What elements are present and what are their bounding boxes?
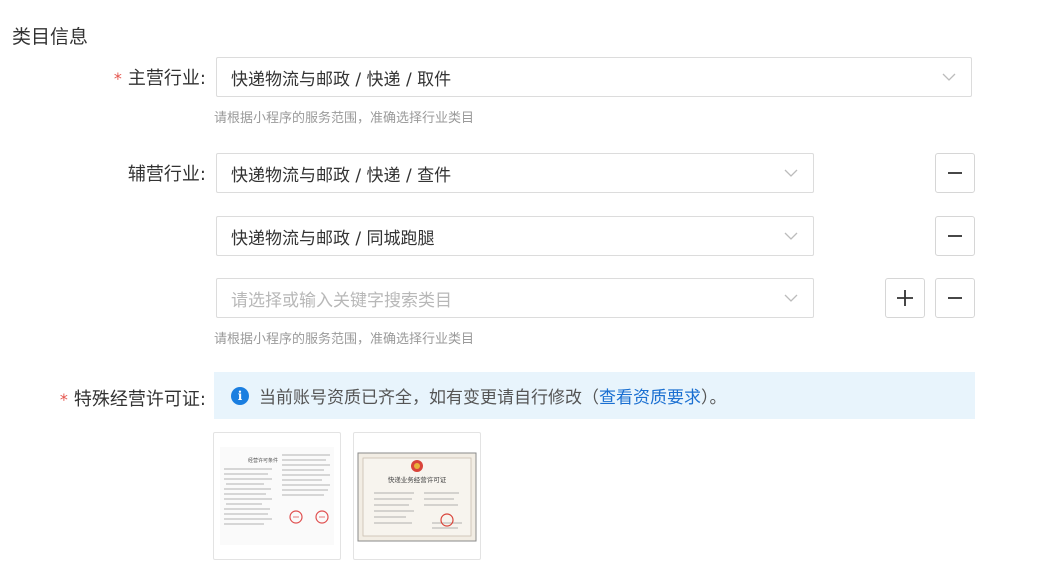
notice-text: 当前账号资质已齐全，如有变更请自行修改（ (259, 388, 599, 408)
chevron-down-icon (784, 232, 798, 240)
license-document-image: 经营许可条件 (220, 447, 334, 545)
view-qualification-link[interactable]: 查看资质要求 (599, 383, 701, 408)
remove-sub-industry-2-button[interactable] (935, 216, 975, 256)
license-certificate-image: 快递业务经营许可证 (357, 452, 477, 542)
doc1-title: 经营许可条件 (248, 457, 278, 464)
remove-sub-industry-1-button[interactable] (935, 153, 975, 193)
sub-industry-value-1: 快递物流与邮政 / 快递 / 查件 (231, 165, 452, 186)
required-mark: * (113, 69, 122, 88)
sub-industry-placeholder: 请选择或输入关键字搜索类目 (231, 290, 452, 311)
chevron-down-icon (942, 73, 956, 81)
sub-industry-select-1[interactable]: 快递物流与邮政 / 快递 / 查件 (216, 153, 814, 193)
sub-industry-select-2[interactable]: 快递物流与邮政 / 同城跑腿 (216, 216, 814, 256)
main-industry-hint: 请根据小程序的服务范围，准确选择行业类目 (214, 111, 475, 126)
sub-industry-label-text: 辅营行业: (127, 164, 206, 185)
plus-icon (897, 290, 913, 306)
license-notice: i 当前账号资质已齐全，如有变更请自行修改（ 查看资质要求）。 (214, 372, 975, 419)
license-label: * 特殊经营许可证: (60, 385, 206, 411)
minus-icon (948, 172, 962, 174)
main-industry-label: * 主营行业: (114, 64, 206, 90)
minus-icon (948, 235, 962, 237)
sub-industry-label: 辅营行业: (128, 160, 206, 186)
main-industry-select[interactable]: 快递物流与邮政 / 快递 / 取件 (216, 57, 972, 97)
license-document-thumbnail[interactable]: 经营许可条件 (213, 432, 341, 560)
notice-suffix: ）。 (701, 388, 727, 408)
sub-industry-select-3[interactable]: 请选择或输入关键字搜索类目 (216, 278, 814, 318)
minus-icon (948, 297, 962, 299)
chevron-down-icon (784, 169, 798, 177)
sub-industry-hint: 请根据小程序的服务范围，准确选择行业类目 (214, 332, 475, 347)
section-title: 类目信息 (12, 26, 89, 48)
license-certificate-thumbnail[interactable]: 快递业务经营许可证 (353, 432, 481, 560)
info-icon: i (231, 386, 249, 405)
chevron-down-icon (784, 294, 798, 302)
add-sub-industry-button[interactable] (885, 278, 925, 318)
main-industry-value: 快递物流与邮政 / 快递 / 取件 (231, 69, 452, 90)
sub-industry-value-2: 快递物流与邮政 / 同城跑腿 (231, 228, 435, 249)
required-mark: * (59, 390, 68, 409)
main-industry-label-text: 主营行业: (127, 68, 206, 89)
license-label-text: 特殊经营许可证: (73, 389, 206, 410)
remove-sub-industry-3-button[interactable] (935, 278, 975, 318)
doc2-title: 快递业务经营许可证 (388, 475, 447, 484)
